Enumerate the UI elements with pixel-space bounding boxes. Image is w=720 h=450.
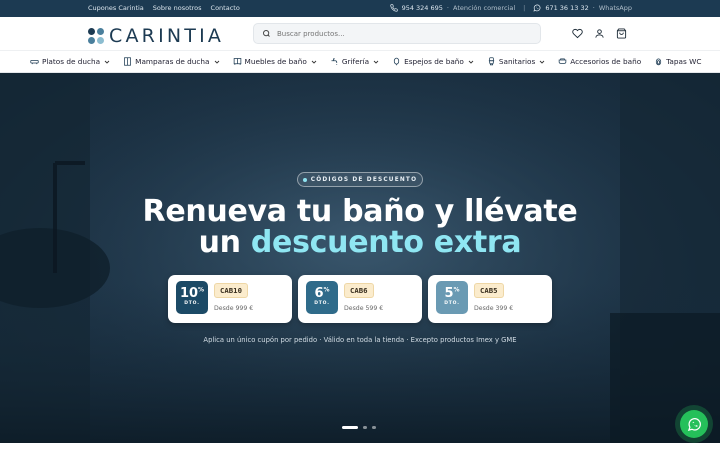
carousel-dot-3[interactable]	[372, 426, 376, 429]
nav-label: Grifería	[341, 57, 370, 66]
coupon-card[interactable]: 6% DTO. CAB6 Desde 599 €	[298, 275, 422, 323]
nav-item-mamparas[interactable]: Mamparas de ducha	[123, 57, 219, 66]
search-box[interactable]	[253, 23, 541, 44]
coupon-minimum: Desde 399 €	[474, 305, 514, 312]
badge-dot-icon	[302, 177, 307, 182]
coupon-percent: 10% DTO.	[176, 281, 208, 314]
logo-text: CARINTIA	[109, 25, 225, 47]
nav-item-tapas[interactable]: Tapas WC	[654, 57, 701, 66]
coupon-code[interactable]: CAB10	[214, 283, 248, 298]
coupon-conditions: Aplica un único cupón por pedido · Válid…	[203, 336, 517, 344]
top-bar: Cupones Carintia Sobre nosotros Contacto…	[0, 0, 720, 17]
nav-label: Muebles de baño	[244, 57, 307, 66]
coupon-card[interactable]: 10% DTO. CAB10 Desde 999 €	[168, 275, 292, 323]
chevron-down-icon	[311, 60, 317, 64]
nav-label: Tapas WC	[666, 57, 702, 66]
chevron-down-icon	[468, 60, 474, 64]
coupon-code[interactable]: CAB5	[474, 283, 504, 298]
chevron-down-icon	[539, 60, 545, 64]
whatsapp-float-button[interactable]	[680, 410, 708, 438]
nav-label: Accesorios de baño	[570, 57, 642, 66]
whatsapp-icon	[687, 417, 701, 431]
hero-banner[interactable]: CÓDIGOS DE DESCUENTO Renueva tu baño y l…	[0, 73, 720, 443]
carousel-dot-1[interactable]	[342, 426, 358, 429]
search-input[interactable]	[277, 29, 517, 38]
whatsapp-number[interactable]: 671 36 13 32	[545, 4, 588, 12]
phone-label: Atención comercial	[453, 4, 516, 12]
badge-text: CÓDIGOS DE DESCUENTO	[310, 176, 418, 183]
search-icon	[263, 30, 270, 37]
hero-title-accent: descuento extra	[250, 225, 522, 260]
category-nav: Platos de ducha Mamparas de ducha Mueble…	[0, 50, 720, 73]
link-cupones[interactable]: Cupones Carintia	[88, 4, 144, 12]
nav-item-platos[interactable]: Platos de ducha	[30, 57, 110, 66]
nav-item-espejos[interactable]: Espejos de baño	[392, 57, 474, 66]
phone-number[interactable]: 954 324 695	[402, 4, 443, 12]
whatsapp-label: WhatsApp	[598, 4, 632, 12]
carousel-dots	[342, 426, 376, 429]
coupon-minimum: Desde 999 €	[214, 305, 254, 312]
accessories-icon	[559, 58, 567, 64]
carousel-dot-2[interactable]	[363, 426, 367, 429]
contact-info: 954 324 695 · Atención comercial | 671 3…	[389, 4, 632, 12]
cabinet-icon	[233, 58, 241, 65]
shower-screen-icon	[124, 57, 132, 66]
coupon-percent: 6% DTO.	[306, 281, 338, 314]
link-contacto[interactable]: Contacto	[211, 4, 240, 12]
nav-label: Sanitarios	[498, 57, 536, 66]
coupon-percent: 5% DTO.	[436, 281, 468, 314]
nav-label: Espejos de baño	[404, 57, 464, 66]
chevron-down-icon	[373, 60, 379, 64]
faucet-icon	[331, 58, 337, 65]
coupon-cards: 10% DTO. CAB10 Desde 999 € 6% DTO. CAB6 …	[168, 275, 552, 323]
heart-icon[interactable]	[572, 28, 583, 39]
chevron-down-icon	[104, 60, 110, 64]
logo[interactable]: CARINTIA	[88, 25, 224, 47]
hero-title-line1: Renueva tu baño y llévate	[142, 194, 578, 229]
coupon-card[interactable]: 5% DTO. CAB5 Desde 399 €	[428, 275, 552, 323]
hero-title-line2: un descuento extra	[0, 225, 720, 260]
hero-title-plain: un	[198, 225, 251, 260]
shower-tray-icon	[30, 60, 39, 65]
toilet-icon	[488, 57, 495, 66]
nav-label: Platos de ducha	[42, 57, 101, 66]
cart-icon[interactable]	[616, 28, 627, 39]
discount-codes-badge: CÓDIGOS DE DESCUENTO	[297, 172, 423, 187]
coupon-code[interactable]: CAB6	[344, 283, 374, 298]
nav-label: Mamparas de ducha	[135, 57, 210, 66]
nav-item-muebles[interactable]: Muebles de baño	[233, 57, 317, 66]
link-sobre-nosotros[interactable]: Sobre nosotros	[153, 4, 202, 12]
coupon-minimum: Desde 599 €	[344, 305, 384, 312]
logo-mark-icon	[88, 28, 104, 44]
user-icon[interactable]	[594, 28, 605, 39]
nav-item-griferia[interactable]: Grifería	[330, 57, 379, 66]
header: CARINTIA	[0, 17, 720, 50]
header-actions	[572, 28, 627, 39]
chevron-down-icon	[214, 60, 219, 64]
phone-icon	[389, 4, 398, 12]
top-links: Cupones Carintia Sobre nosotros Contacto	[88, 4, 240, 12]
whatsapp-small-icon	[533, 4, 541, 12]
nav-item-sanitarios[interactable]: Sanitarios	[487, 57, 545, 66]
toilet-seat-icon	[656, 58, 662, 66]
nav-item-accesorios[interactable]: Accesorios de baño	[558, 57, 641, 66]
mirror-icon	[393, 57, 400, 66]
